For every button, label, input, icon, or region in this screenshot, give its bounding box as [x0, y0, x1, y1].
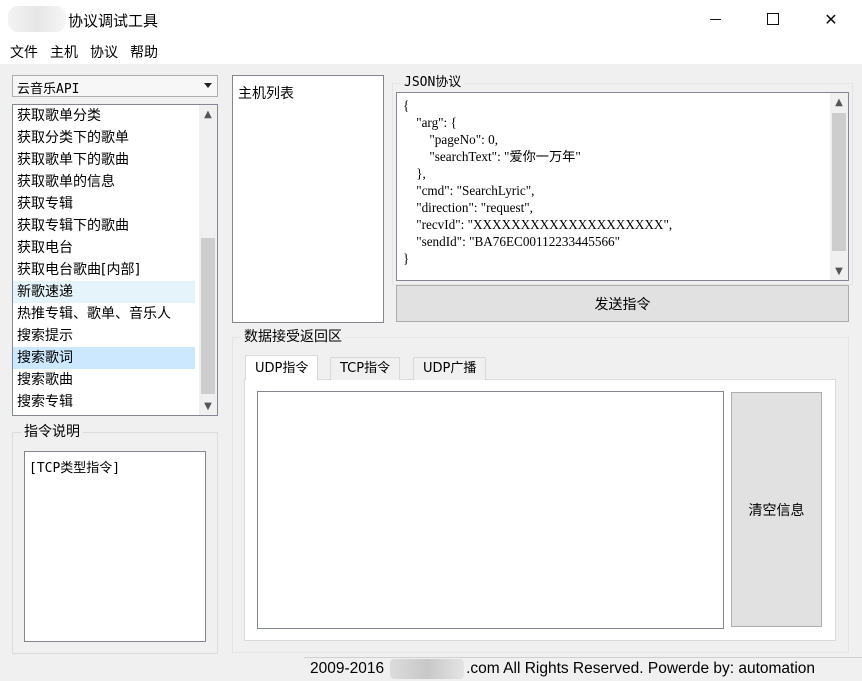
scroll-down-icon[interactable]: ▼	[199, 397, 217, 415]
json-line: "cmd": "SearchLyric",	[403, 183, 535, 198]
minimize-button[interactable]	[686, 0, 744, 38]
json-line: "sendId": "BA76EC00112233445566"	[403, 234, 621, 249]
host-list[interactable]: 主机列表	[232, 75, 384, 323]
tab-udp-command[interactable]: UDP指令	[245, 355, 319, 380]
tab-udp-broadcast[interactable]: UDP广播	[413, 357, 487, 380]
instruction-desc-label: 指令说明	[21, 423, 83, 441]
close-icon: ✕	[824, 9, 838, 29]
api-select[interactable]: 云音乐API	[12, 75, 218, 97]
receive-area-label: 数据接受返回区	[241, 328, 345, 346]
json-line: "pageNo": 0,	[403, 132, 499, 147]
status-redacted	[390, 659, 465, 679]
command-list-item[interactable]: 搜索专辑	[13, 391, 195, 413]
status-copyright-years: 2009-2016	[310, 660, 385, 677]
command-list-item[interactable]: 新歌速递	[13, 281, 195, 303]
send-command-button[interactable]: 发送指令	[396, 285, 849, 322]
host-list-title: 主机列表	[238, 86, 294, 102]
menu-file[interactable]: 文件	[4, 38, 44, 64]
maximize-button[interactable]	[744, 0, 802, 38]
json-line: "searchText": "爱你一万年"	[403, 149, 581, 164]
json-editor[interactable]: { "arg": { "pageNo": 0, "searchText": "爱…	[396, 92, 849, 281]
status-copyright-text: .com All Rights Reserved. Powerde by: au…	[466, 660, 816, 677]
command-list-item[interactable]: 获取专辑	[13, 193, 195, 215]
json-line: "recvId": "XXXXXXXXXXXXXXXXXXXX",	[403, 217, 673, 232]
json-scrollbar[interactable]: ▲ ▼	[830, 93, 848, 280]
command-items: 获取歌单分类 获取分类下的歌单 获取歌单下的歌曲 获取歌单的信息 获取专辑 获取专辑下的歌…	[13, 105, 217, 413]
command-list-item[interactable]: 搜索提示	[13, 325, 195, 347]
menu-protocol[interactable]: 协议	[84, 38, 124, 64]
tab-tcp-command[interactable]: TCP指令	[330, 357, 401, 380]
title-bar: 协议调试工具 ✕	[0, 0, 862, 38]
command-list-item[interactable]: 获取歌单下的歌曲	[13, 149, 195, 171]
json-line: }	[403, 251, 410, 266]
menu-bar: 文件 主机 协议 帮助	[0, 38, 862, 64]
json-line: },	[403, 166, 426, 181]
clear-info-button[interactable]: 清空信息	[731, 392, 822, 627]
json-line: "arg": {	[403, 115, 457, 130]
chevron-down-icon[interactable]	[204, 83, 212, 88]
command-list-item[interactable]: 搜索歌词	[13, 347, 195, 369]
scroll-up-icon[interactable]: ▲	[830, 93, 848, 111]
scroll-thumb[interactable]	[832, 113, 846, 251]
menu-help[interactable]: 帮助	[124, 38, 164, 64]
command-list-item[interactable]: 获取电台	[13, 237, 195, 259]
command-list-item[interactable]: 获取歌单分类	[13, 105, 195, 127]
app-icon	[8, 6, 66, 32]
instruction-desc-value: [TCP类型指令]	[29, 461, 121, 476]
api-select-value: 云音乐API	[17, 82, 80, 97]
command-list-item[interactable]: 获取专辑下的歌曲	[13, 215, 195, 237]
command-list-item[interactable]: 搜索歌曲	[13, 369, 195, 391]
command-list-scrollbar[interactable]: ▲ ▼	[199, 105, 217, 415]
command-list[interactable]: 获取歌单分类 获取分类下的歌单 获取歌单下的歌曲 获取歌单的信息 获取专辑 获取专辑下的歌…	[12, 104, 218, 416]
command-list-item[interactable]: 热推专辑、歌单、音乐人	[13, 303, 195, 325]
scroll-thumb[interactable]	[201, 238, 215, 394]
json-protocol-label: JSON协议	[401, 74, 465, 92]
json-line: "direction": "request",	[403, 200, 533, 215]
minimize-icon	[709, 18, 721, 20]
json-line: {	[403, 98, 410, 113]
instruction-desc-text[interactable]: [TCP类型指令]	[24, 451, 206, 642]
close-button[interactable]: ✕	[802, 0, 860, 38]
receive-text-area[interactable]	[257, 391, 724, 629]
command-list-item[interactable]: 获取歌单的信息	[13, 171, 195, 193]
window-title: 协议调试工具	[68, 12, 159, 30]
status-bar: 2009-2016 .com All Rights Reserved. Powe…	[304, 657, 862, 681]
json-content: { "arg": { "pageNo": 0, "searchText": "爱…	[403, 97, 672, 267]
maximize-icon	[767, 13, 779, 25]
scroll-down-icon[interactable]: ▼	[830, 262, 848, 280]
command-list-item[interactable]: 获取电台歌曲[内部]	[13, 259, 195, 281]
command-list-item[interactable]: 获取分类下的歌单	[13, 127, 195, 149]
menu-host[interactable]: 主机	[44, 38, 84, 64]
scroll-up-icon[interactable]: ▲	[199, 105, 217, 123]
